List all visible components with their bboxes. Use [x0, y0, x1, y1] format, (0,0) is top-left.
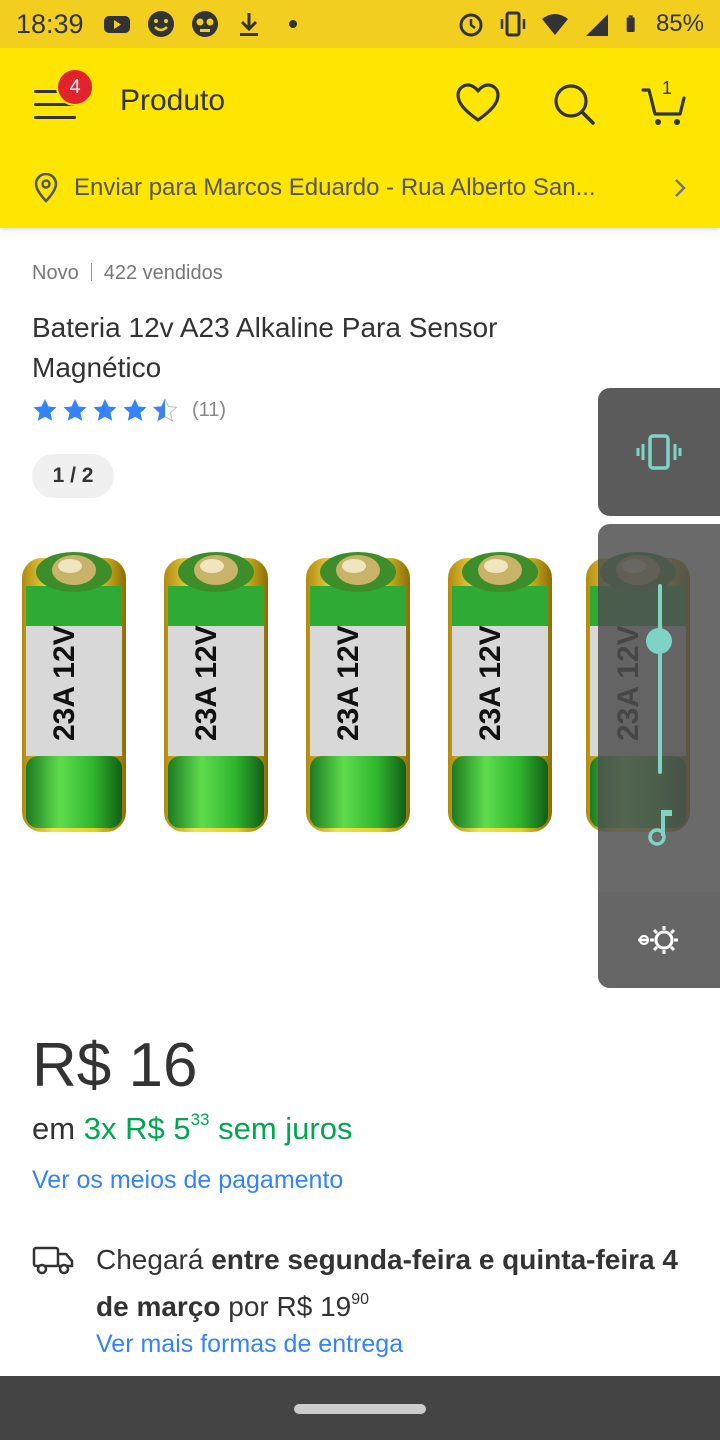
vibrate-icon	[636, 434, 682, 470]
volume-slider-handle[interactable]	[646, 628, 672, 654]
page-title: Produto	[120, 84, 226, 117]
battery-label: 23A 12V	[332, 625, 365, 741]
battery-label: 23A 12V	[48, 625, 81, 741]
installments-prefix: em	[32, 1111, 76, 1146]
battery-image: 23A 12V	[22, 552, 126, 832]
installments-count: 3x	[83, 1111, 117, 1146]
delivery-cost: R$ 19	[276, 1291, 352, 1322]
shipping-address-bar[interactable]: Enviar para Marcos Eduardo - Rua Alberto…	[0, 160, 720, 216]
home-gesture-handle[interactable]	[294, 1404, 426, 1414]
system-nav-bar	[0, 1376, 720, 1440]
shipping-address-text: Enviar para Marcos Eduardo - Rua Alberto…	[74, 174, 596, 201]
youtube-icon	[103, 16, 130, 33]
sold-count: 422 vendidos	[103, 262, 223, 284]
star-icon	[63, 399, 87, 421]
star-icon	[33, 399, 57, 421]
star-icon	[123, 399, 147, 421]
location-pin-icon	[34, 173, 58, 203]
chevron-right-icon	[675, 179, 686, 197]
payment-methods-link[interactable]: Ver os meios de pagamento	[32, 1166, 343, 1195]
menu-badge: 4	[56, 68, 94, 106]
installments-suffix: sem juros	[218, 1111, 353, 1146]
installments-value: R$ 5	[125, 1111, 191, 1146]
delivery-por: por	[228, 1291, 269, 1322]
wifi-icon	[541, 14, 568, 35]
more-delivery-options-link[interactable]: Ver mais formas de entrega	[96, 1330, 403, 1359]
cart-count: 1	[662, 78, 673, 98]
music-note-icon	[648, 810, 672, 846]
half-star-icon	[152, 398, 178, 422]
status-bar: 18:39 85%	[0, 0, 720, 48]
delivery-cost-cents: 90	[351, 1291, 370, 1308]
download-icon	[239, 13, 258, 36]
delivery-estimate: Chegará entre segunda-feira e quinta-fei…	[96, 1240, 696, 1327]
battery-icon	[626, 15, 635, 32]
truck-icon	[32, 1246, 74, 1275]
dot-icon	[288, 20, 297, 28]
installments-detail: 3x R$ 533 sem juros	[83, 1110, 353, 1146]
alarm-icon	[459, 13, 483, 37]
status-time: 18:39	[16, 8, 84, 39]
image-pager-indicator: 1 / 2	[32, 454, 114, 498]
volume-settings-button[interactable]	[598, 892, 720, 988]
app-header: 4 Produto 1 Enviar para Marcos Eduardo -…	[0, 48, 720, 228]
battery-label: 23A 12V	[190, 625, 223, 741]
review-count: (11)	[192, 398, 227, 421]
settings-gear-icon	[638, 926, 678, 954]
rating[interactable]: (11)	[32, 398, 226, 422]
battery-level: 85%	[655, 10, 704, 37]
signal-icon	[585, 14, 608, 36]
smiley-icon	[147, 11, 174, 37]
condition-line: Novo 422 vendidos	[32, 262, 223, 285]
battery-image: 23A 12V	[448, 552, 552, 832]
delivery-prefix: Chegará	[96, 1244, 204, 1275]
volume-panel	[598, 524, 720, 988]
battery-image: 23A 12V	[306, 552, 410, 832]
installments-cents: 33	[190, 1110, 210, 1129]
star-icon	[93, 399, 117, 421]
mask-icon	[191, 11, 218, 37]
vibrate-icon	[500, 11, 526, 37]
price: R$ 16	[32, 1031, 198, 1100]
search-icon[interactable]	[550, 80, 598, 128]
battery-image: 23A 12V	[164, 552, 268, 832]
installments: em 3x R$ 533 sem juros	[32, 1110, 352, 1147]
product-title: Bateria 12v A23 Alkaline Para Sensor Mag…	[32, 312, 498, 383]
volume-slider-track[interactable]	[658, 584, 662, 774]
heart-icon[interactable]	[454, 80, 502, 128]
condition-text: Novo	[32, 262, 79, 284]
vibrate-mode-button[interactable]	[598, 388, 720, 516]
battery-label: 23A 12V	[474, 625, 507, 741]
